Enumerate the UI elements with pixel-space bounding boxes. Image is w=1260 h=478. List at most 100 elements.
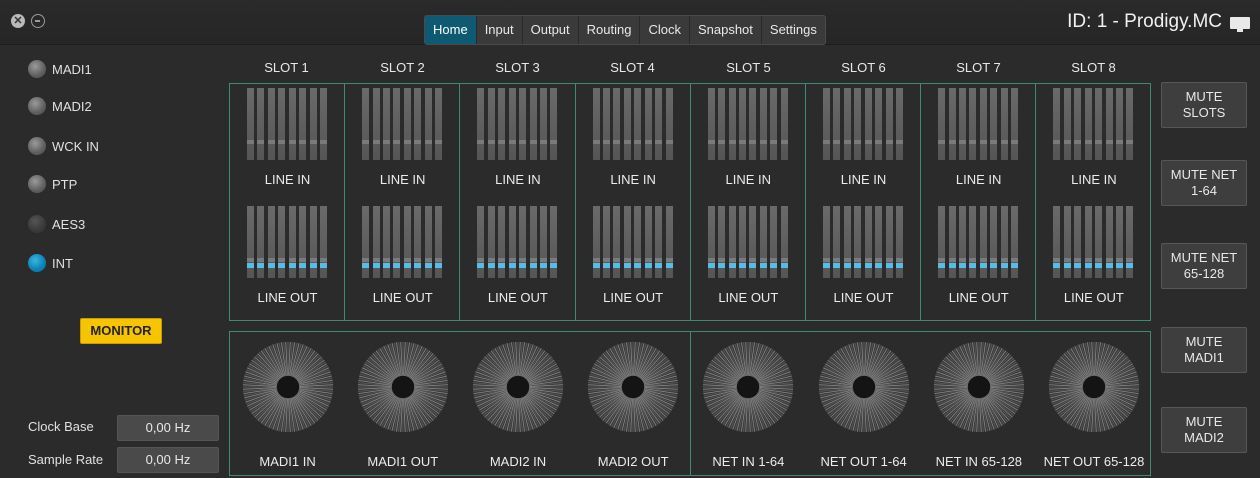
level-meter bbox=[718, 206, 726, 278]
tab-clock[interactable]: Clock bbox=[640, 16, 690, 44]
routing-dials-panel: MADI1 IN MADI1 OUT MADI2 IN MADI2 OUT NET IN… bbox=[229, 331, 1151, 476]
tab-home[interactable]: Home bbox=[425, 16, 477, 44]
dial-label: NET OUT 65-128 bbox=[1043, 454, 1145, 469]
level-meter bbox=[1095, 206, 1103, 278]
level-meter bbox=[833, 88, 841, 160]
device-id: ID: 1 - Prodigy.MC bbox=[1067, 11, 1222, 32]
level-meter bbox=[539, 88, 547, 160]
line-in-label: LINE IN bbox=[610, 172, 656, 187]
level-meter bbox=[1105, 88, 1113, 160]
level-meter bbox=[508, 88, 516, 160]
level-meter bbox=[414, 88, 422, 160]
dial-label: NET IN 1-64 bbox=[712, 454, 785, 469]
sync-source-int[interactable]: INT bbox=[28, 253, 73, 273]
level-meter bbox=[383, 88, 391, 160]
line-out-meters bbox=[247, 206, 327, 278]
level-meter bbox=[833, 206, 841, 278]
level-meter bbox=[823, 206, 830, 278]
tab-input[interactable]: Input bbox=[477, 16, 523, 44]
level-meter bbox=[519, 88, 527, 160]
clock-base-label: Clock Base bbox=[28, 419, 94, 434]
monitor-button[interactable]: MONITOR bbox=[80, 318, 162, 344]
line-in-label: LINE IN bbox=[495, 172, 541, 187]
sync-source-ptp[interactable]: PTP bbox=[28, 174, 77, 194]
mute-net-1-64-button[interactable]: MUTE NET 1-64 bbox=[1161, 160, 1247, 206]
level-meter bbox=[655, 206, 663, 278]
level-meter bbox=[383, 206, 391, 278]
line-in-meters bbox=[938, 88, 1019, 160]
level-meter bbox=[979, 206, 987, 278]
level-meter bbox=[498, 88, 506, 160]
line-in-label: LINE IN bbox=[379, 172, 426, 187]
app-window: ✕ Home Input Output Routing Clock Snapsh… bbox=[0, 0, 1260, 478]
level-meter bbox=[424, 206, 432, 278]
level-meter bbox=[603, 206, 611, 278]
line-in-meters bbox=[362, 88, 443, 160]
level-meter bbox=[718, 88, 726, 160]
status-led-icon bbox=[28, 60, 46, 78]
level-meter bbox=[644, 88, 652, 160]
line-out-meters bbox=[362, 206, 443, 278]
level-meter bbox=[749, 206, 757, 278]
sync-source-madi1[interactable]: MADI1 bbox=[28, 59, 92, 79]
line-out-label: LINE OUT bbox=[372, 290, 433, 305]
level-meter bbox=[247, 88, 254, 160]
level-meter bbox=[519, 206, 527, 278]
dial-label: MADI1 OUT bbox=[367, 454, 439, 469]
level-meter bbox=[1126, 206, 1134, 278]
line-in-label: LINE IN bbox=[264, 172, 311, 187]
mute-button-label: MUTE SLOTS bbox=[1182, 89, 1226, 120]
minimize-icon[interactable] bbox=[31, 14, 45, 28]
level-meter bbox=[299, 88, 307, 160]
level-meter bbox=[623, 88, 631, 160]
level-meter bbox=[1115, 206, 1123, 278]
routing-dial bbox=[242, 341, 333, 433]
level-meter bbox=[487, 88, 495, 160]
level-meter bbox=[247, 206, 254, 278]
level-meter bbox=[319, 206, 327, 278]
tab-snapshot[interactable]: Snapshot bbox=[690, 16, 762, 44]
routing-dial bbox=[703, 341, 794, 433]
network-monitor-icon bbox=[1230, 17, 1250, 32]
level-meter bbox=[959, 88, 967, 160]
level-meter bbox=[362, 88, 370, 160]
sync-source-madi2[interactable]: MADI2 bbox=[28, 96, 92, 116]
level-meter bbox=[728, 88, 736, 160]
level-meter bbox=[948, 88, 956, 160]
sample-rate-value: 0,00 Hz bbox=[117, 447, 219, 473]
tab-routing[interactable]: Routing bbox=[579, 16, 641, 44]
mute-slots-button[interactable]: MUTE SLOTS bbox=[1161, 82, 1247, 128]
level-meter bbox=[707, 206, 715, 278]
mute-net-65-128-button[interactable]: MUTE NET 65-128 bbox=[1161, 243, 1247, 289]
mute-madi1-button[interactable]: MUTE MADI1 bbox=[1161, 327, 1247, 373]
sync-source-label: AES3 bbox=[52, 216, 86, 232]
level-meter bbox=[309, 88, 317, 160]
line-out-meters bbox=[938, 206, 1019, 278]
tab-output[interactable]: Output bbox=[523, 16, 579, 44]
dial-label: NET OUT 1-64 bbox=[820, 454, 907, 469]
mute-madi2-button[interactable]: MUTE MADI2 bbox=[1161, 407, 1247, 453]
level-meter bbox=[759, 206, 767, 278]
line-in-meters bbox=[592, 88, 673, 160]
level-meter bbox=[854, 88, 862, 160]
slot-title: SLOT 4 bbox=[610, 60, 655, 75]
sync-source-label: MADI2 bbox=[52, 98, 92, 114]
sync-source-wck-in[interactable]: WCK IN bbox=[28, 136, 99, 156]
tab-settings[interactable]: Settings bbox=[762, 16, 825, 44]
line-in-meters bbox=[247, 88, 327, 160]
slot-title: SLOT 3 bbox=[495, 60, 540, 75]
close-icon[interactable]: ✕ bbox=[11, 14, 25, 28]
slot-8: LINE IN LINE OUT bbox=[1036, 84, 1151, 320]
level-meter bbox=[823, 88, 830, 160]
level-meter bbox=[299, 206, 307, 278]
line-out-label: LINE OUT bbox=[603, 290, 664, 305]
level-meter bbox=[487, 206, 495, 278]
line-out-label: LINE OUT bbox=[1063, 290, 1124, 305]
sync-source-aes3[interactable]: AES3 bbox=[28, 214, 85, 234]
routing-dial bbox=[1048, 341, 1140, 433]
slot-3: LINE IN LINE OUT bbox=[460, 84, 576, 320]
mute-button-label: MUTE MADI2 bbox=[1184, 414, 1224, 445]
level-meter bbox=[435, 88, 443, 160]
slot-title: SLOT 8 bbox=[1071, 60, 1116, 75]
level-meter bbox=[1115, 88, 1123, 160]
